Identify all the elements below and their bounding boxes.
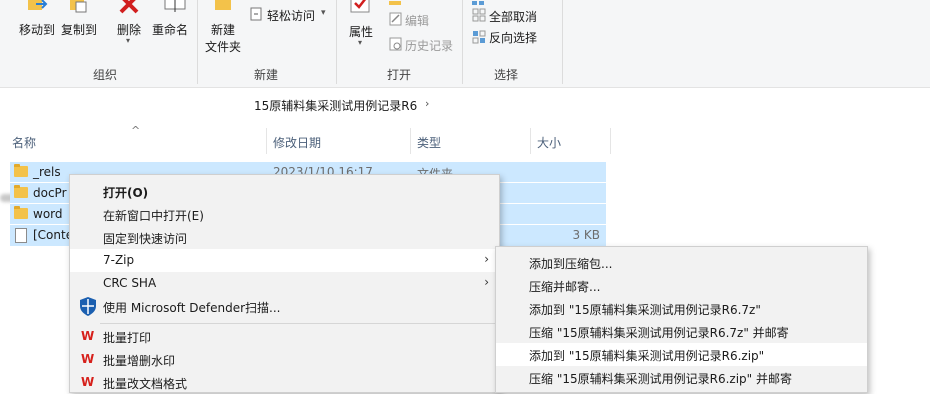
dropdown-chevron-icon: ▾ <box>321 8 326 18</box>
wps-icon: W <box>81 352 95 366</box>
group-separator <box>462 0 463 84</box>
sort-ascending-icon: ^ <box>131 124 141 137</box>
wps-icon: W <box>81 329 95 343</box>
menu-item-defender-scan[interactable]: 使用 Microsoft Defender扫描... <box>70 295 499 318</box>
file-icon <box>15 228 27 243</box>
group-separator <box>562 0 563 84</box>
column-separator[interactable] <box>410 128 411 154</box>
address-bar[interactable] <box>0 93 930 202</box>
copy-to-button[interactable]: 复制到 <box>61 21 97 38</box>
submenu-item-compress-7z-email[interactable]: 压缩 "15原辅料集采测试用例记录R6.7z" 并邮寄 <box>496 320 867 343</box>
menu-item-pin-quick-access[interactable]: 固定到快速访问 <box>70 226 499 249</box>
invert-selection-icon <box>472 30 486 44</box>
submenu-arrow-icon: › <box>484 252 489 266</box>
new-group-label: 新建 <box>254 68 279 82</box>
group-separator <box>197 0 198 84</box>
menu-separator <box>100 323 495 324</box>
group-separator <box>336 0 337 84</box>
folder-icon <box>14 164 28 177</box>
file-name: docPr <box>33 186 67 200</box>
ribbon: 移动到 复制到 ▾ 删除 重命名 组织 新建 文件夹 轻松访问 ▾ 新建 属性 … <box>0 0 930 88</box>
delete-icon <box>118 0 140 16</box>
submenu-item-add-7z[interactable]: 添加到 "15原辅料集采测试用例记录R6.7z" <box>496 297 867 320</box>
new-folder-button-line1[interactable]: 新建 <box>211 21 235 38</box>
file-name: [Conte <box>33 228 74 242</box>
column-separator[interactable] <box>610 128 611 154</box>
7zip-submenu: 添加到压缩包... 压缩并邮寄... 添加到 "15原辅料集采测试用例记录R6.… <box>495 246 868 393</box>
menu-item-open[interactable]: 打开(O) <box>70 180 499 203</box>
menu-item-crc-sha[interactable]: CRC SHA › <box>70 272 499 295</box>
column-header-type[interactable]: 类型 <box>417 134 441 151</box>
delete-button[interactable]: 删除 <box>117 21 141 38</box>
select-none-icon <box>472 8 486 22</box>
defender-shield-icon <box>80 297 96 316</box>
invert-selection-button[interactable]: 反向选择 <box>489 29 537 46</box>
submenu-item-compress-zip-email[interactable]: 压缩 "15原辅料集采测试用例记录R6.zip" 并邮寄 <box>496 366 867 389</box>
submenu-item-add-zip[interactable]: 添加到 "15原辅料集采测试用例记录R6.zip" <box>496 343 867 366</box>
menu-item-open-new-window[interactable]: 在新窗口中打开(E) <box>70 203 499 226</box>
new-folder-icon <box>213 0 235 12</box>
column-separator[interactable] <box>266 128 267 154</box>
edit-icon <box>389 12 403 26</box>
file-size: 3 KB <box>572 228 600 242</box>
column-header-date[interactable]: 修改日期 <box>273 134 321 151</box>
move-to-icon <box>26 0 48 14</box>
new-folder-button-line2[interactable]: 文件夹 <box>205 38 241 55</box>
organize-group-label: 组织 <box>93 68 118 82</box>
folder-icon <box>14 206 28 219</box>
history-button[interactable]: 历史记录 <box>405 37 453 54</box>
rename-button[interactable]: 重命名 <box>152 21 188 38</box>
select-none-button[interactable]: 全部取消 <box>489 8 537 25</box>
column-header-name[interactable]: 名称 <box>12 134 36 151</box>
copy-to-icon <box>68 0 90 14</box>
edit-button[interactable]: 编辑 <box>405 12 429 29</box>
select-group-label: 选择 <box>494 68 519 82</box>
breadcrumb-chevron-icon[interactable]: › <box>425 97 429 110</box>
column-separator[interactable] <box>530 128 531 154</box>
submenu-arrow-icon: › <box>484 275 489 289</box>
history-icon <box>389 37 403 51</box>
column-header-size[interactable]: 大小 <box>537 134 561 151</box>
open-group-label: 打开 <box>387 68 412 82</box>
submenu-item-add-to-archive[interactable]: 添加到压缩包... <box>496 251 867 274</box>
wps-icon: W <box>81 375 95 389</box>
menu-item-7zip[interactable]: 7-Zip › <box>70 249 499 272</box>
dropdown-chevron-icon: ▾ <box>358 38 363 47</box>
breadcrumb-current[interactable]: 15原辅料集采测试用例记录R6 <box>254 97 417 114</box>
menu-item-batch-print[interactable]: W 批量打印 <box>70 325 499 348</box>
select-all-icon <box>472 0 486 5</box>
open-icon <box>389 0 403 5</box>
context-menu: 打开(O) 在新窗口中打开(E) 固定到快速访问 7-Zip › CRC SHA… <box>69 174 500 393</box>
submenu-item-compress-email[interactable]: 压缩并邮寄... <box>496 274 867 297</box>
folder-icon <box>14 185 28 198</box>
move-to-button[interactable]: 移动到 <box>19 21 55 38</box>
menu-item-batch-watermark[interactable]: W 批量增删水印 <box>70 348 499 371</box>
rename-icon <box>164 0 186 14</box>
file-name: _rels <box>33 165 61 179</box>
file-name: word <box>33 207 63 221</box>
properties-icon <box>350 0 372 14</box>
easy-access-icon <box>250 7 264 21</box>
easy-access-button[interactable]: 轻松访问 <box>267 7 315 24</box>
